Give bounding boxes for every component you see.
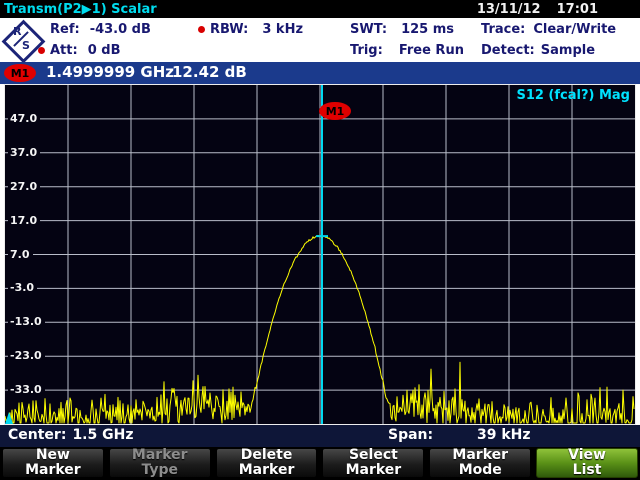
y-axis-tick-label: -23.0 [8,349,45,363]
softkey-delete-marker[interactable]: Delete Marker [215,448,318,478]
measurement-title: Transm(P2▶1) Scalar [4,1,157,17]
trace-label: Trace: [481,21,526,37]
softkey-select-marker[interactable]: Select Marker [322,448,425,478]
marker-m1-flag: M1 [319,102,351,120]
center-frequency: Center: 1.5 GHz [8,427,133,443]
center-label: Center: [8,427,67,443]
trig-value: Free Run [398,42,464,58]
spectrum-plot: 47.0 37.0 27.0 17.0 7.0 -3.0 -13.0 -23.0 -33.0 S… [4,84,636,425]
ref-value: -43.0 dB [89,21,151,37]
time-label: 17:01 [556,1,598,17]
y-axis-tick-label: 27.0 [8,179,41,193]
rbw-setting: RBW: 3 kHz [198,19,303,39]
softkey-new-marker[interactable]: New Marker [2,448,104,478]
marker-m1-badge: M1 [4,64,36,82]
y-axis-tick-label: 17.0 [8,213,41,227]
swt-value: 125 ms [401,21,455,37]
attenuation-setting: Att: 0 dB [38,40,121,60]
date-label: 13/11/12 [476,1,541,17]
trace-mode-setting: Trace: Clear/Write [481,19,616,39]
trace-value: Clear/Write [533,21,617,37]
rbw-value: 3 kHz [262,21,304,37]
ref-label: Ref: [50,21,80,37]
trigger-setting: Trig: Free Run [350,40,464,60]
detector-setting: Detect: Sample [481,40,595,60]
ref-level-setting: Ref: -43.0 dB [50,19,151,39]
settings-header: R S Ref: -43.0 dB RBW: 3 kHz SWT: 125 ms… [0,18,640,64]
y-axis-tick-label: -3.0 [8,281,38,295]
softkey-view-list[interactable]: View List [536,448,638,478]
rs-logo-letter-s: S [22,39,30,52]
title-bar: Transm(P2▶1) Scalar 13/11/12 17:01 [0,0,640,18]
rs-logo-letter-r: R [13,25,22,38]
y-axis-tick-label: 37.0 [8,145,41,159]
y-axis-tick-label: 7.0 [8,247,33,261]
date-time: 13/11/12 17:01 [477,2,598,17]
span-label: Span: [388,427,434,443]
att-label: Att: [50,42,78,58]
swt-label: SWT: [350,21,388,37]
rbw-label: RBW: [210,21,249,37]
trace-canvas [5,85,635,424]
rs-logo: R S [1,19,46,64]
y-axis-tick-label: 47.0 [8,111,41,125]
marker-level: 12.42 dB [172,63,247,81]
red-bullet-icon [198,25,205,33]
y-axis-tick-label: -13.0 [8,315,45,329]
detect-value: Sample [540,42,596,58]
marker-frequency: 1.4999999 GHz [46,63,175,81]
y-axis-tick-label: -33.0 [8,383,45,397]
marker-readout-bar: M1 1.4999999 GHz 12.42 dB [0,62,640,84]
span-value: 39 kHz [477,427,531,443]
frequency-bar: Center: 1.5 GHz Span: 39 kHz [0,425,640,447]
red-bullet-icon [38,46,45,54]
detect-label: Detect: [481,42,535,58]
swt-setting: SWT: 125 ms [350,19,454,39]
softkey-bar: New Marker Marker Type Delete Marker Sel… [0,447,640,480]
softkey-marker-mode[interactable]: Marker Mode [429,448,532,478]
analyzer-screen: Transm(P2▶1) Scalar 13/11/12 17:01 R S R… [0,0,640,480]
center-value: 1.5 GHz [72,427,134,443]
trace-format-label: S12 (fcal?) Mag [516,88,630,103]
trig-label: Trig: [350,42,383,58]
softkey-marker-type[interactable]: Marker Type [108,448,211,478]
att-value: 0 dB [87,42,121,58]
